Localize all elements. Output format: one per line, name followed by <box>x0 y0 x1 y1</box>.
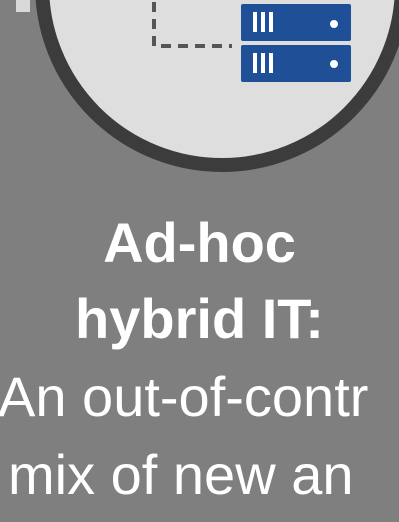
title-line-1: Ad-hoc <box>103 211 296 274</box>
hybrid-it-diagram <box>35 0 399 172</box>
title-line-2: hybrid IT: <box>75 287 324 350</box>
subtitle-line-2: mix of new an <box>8 443 354 506</box>
subtitle-line-1: An out-of-contr <box>0 365 369 428</box>
